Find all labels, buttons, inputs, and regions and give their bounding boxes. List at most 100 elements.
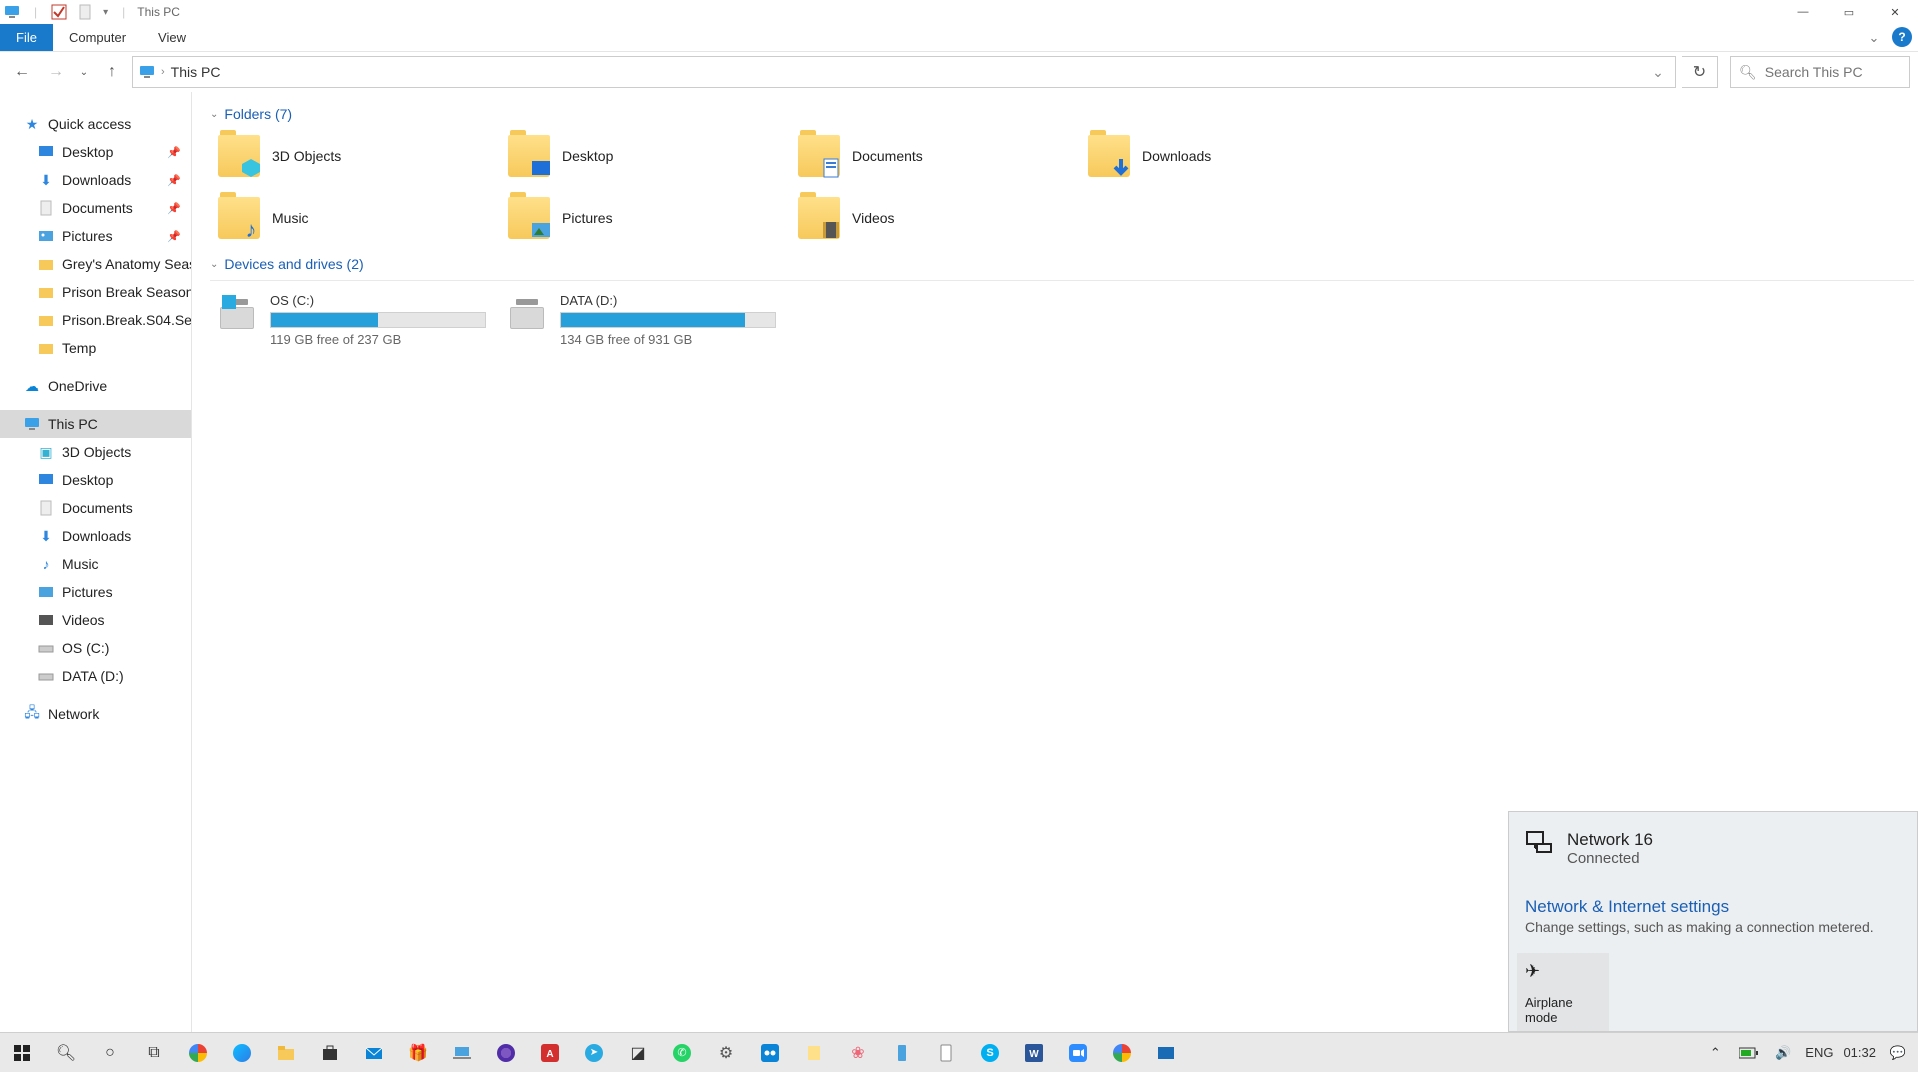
tray-overflow-icon[interactable]: ⌃ — [1703, 1045, 1727, 1061]
tree-label: Downloads — [62, 172, 131, 188]
taskbar-app-chrome[interactable] — [176, 1033, 220, 1073]
recent-locations-dropdown[interactable]: ⌄ — [76, 56, 92, 88]
taskbar-app-torrent[interactable] — [484, 1033, 528, 1073]
tree-item-drive-c[interactable]: OS (C:) — [0, 634, 191, 662]
close-button[interactable]: ✕ — [1872, 0, 1918, 24]
address-dropdown-icon[interactable]: ⌄ — [1647, 64, 1669, 81]
folder-item-3d-objects[interactable]: 3D Objects — [218, 132, 508, 180]
folder-item-videos[interactable]: Videos — [798, 194, 1088, 242]
tree-item-desktop[interactable]: Desktop 📌 — [0, 138, 191, 166]
clock[interactable]: 01:32 — [1843, 1045, 1876, 1060]
tab-computer[interactable]: Computer — [53, 24, 142, 51]
taskbar-app-word[interactable]: W — [1012, 1033, 1056, 1073]
tree-item-folder[interactable]: Prison Break Season 5 — [0, 278, 191, 306]
tree-item-pictures[interactable]: Pictures 📌 — [0, 222, 191, 250]
tree-item-drive-d[interactable]: DATA (D:) — [0, 662, 191, 690]
taskbar-app-whatsapp[interactable]: ✆ — [660, 1033, 704, 1073]
taskbar-app-acrobat[interactable]: A — [528, 1033, 572, 1073]
folder-label: Pictures — [562, 210, 613, 226]
volume-icon[interactable]: 🔊 — [1771, 1045, 1795, 1061]
ribbon-expand-icon[interactable]: ⌄ — [1860, 24, 1888, 51]
tree-item-downloads[interactable]: ⬇ Downloads 📌 — [0, 166, 191, 194]
tree-item-desktop[interactable]: Desktop — [0, 466, 191, 494]
taskbar-app-evernote[interactable]: ◪ — [616, 1033, 660, 1073]
airplane-mode-tile[interactable]: ✈ Airplane mode — [1517, 953, 1609, 1031]
navigation-tree[interactable]: ★ Quick access Desktop 📌 ⬇ Downloads 📌 D… — [0, 92, 192, 1032]
search-box[interactable]: 🔍︎ — [1730, 56, 1910, 88]
tree-label: Pictures — [62, 584, 113, 600]
back-button[interactable]: ← — [8, 56, 36, 88]
folder-item-desktop[interactable]: Desktop — [508, 132, 798, 180]
taskbar-app-generic[interactable]: ❀ — [836, 1033, 880, 1073]
tree-item-3d-objects[interactable]: ▣3D Objects — [0, 438, 191, 466]
tree-item-videos[interactable]: Videos — [0, 606, 191, 634]
checkbox-icon[interactable] — [51, 4, 67, 20]
drive-item-c[interactable]: OS (C:) 119 GB free of 237 GB — [196, 289, 486, 347]
taskbar-app-telegram[interactable]: ➤ — [572, 1033, 616, 1073]
tab-view[interactable]: View — [142, 24, 202, 51]
up-button[interactable]: ↑ — [98, 56, 126, 88]
folder-item-pictures[interactable]: Pictures — [508, 194, 798, 242]
tree-this-pc[interactable]: This PC — [0, 410, 191, 438]
refresh-button[interactable]: ↻ — [1682, 56, 1718, 88]
qat-dropdown-icon[interactable]: ▾ — [103, 7, 108, 18]
search-button[interactable]: 🔍︎ — [44, 1033, 88, 1073]
tree-item-downloads[interactable]: ⬇Downloads — [0, 522, 191, 550]
taskbar-app-skype[interactable]: S — [968, 1033, 1012, 1073]
folder-icon — [1088, 135, 1130, 177]
taskbar-app-notes[interactable] — [792, 1033, 836, 1073]
minimize-button[interactable]: — — [1780, 0, 1826, 24]
taskbar-app-gift[interactable]: 🎁 — [396, 1033, 440, 1073]
folder-item-downloads[interactable]: Downloads — [1088, 132, 1378, 180]
tree-label: Desktop — [62, 144, 113, 160]
folder-icon — [218, 135, 260, 177]
network-entry[interactable]: Network 16 Connected — [1509, 812, 1917, 879]
address-bar[interactable]: › This PC ⌄ — [132, 56, 1676, 88]
taskbar-app-phone[interactable] — [880, 1033, 924, 1073]
taskbar-app-device[interactable] — [924, 1033, 968, 1073]
tree-label: Temp — [62, 340, 96, 356]
language-indicator[interactable]: ENG — [1805, 1045, 1833, 1060]
help-button[interactable]: ? — [1892, 27, 1912, 47]
drive-item-d[interactable]: DATA (D:) 134 GB free of 931 GB — [486, 289, 776, 347]
folder-item-music[interactable]: ♪ Music — [218, 194, 508, 242]
tree-quick-access[interactable]: ★ Quick access — [0, 110, 191, 138]
taskbar-app-zoom[interactable] — [1056, 1033, 1100, 1073]
search-input[interactable] — [1765, 64, 1918, 80]
taskbar-app-flickr[interactable] — [748, 1033, 792, 1073]
tree-item-music[interactable]: ♪Music — [0, 550, 191, 578]
group-header-drives[interactable]: ⌄ Devices and drives (2) — [196, 254, 1914, 278]
network-settings-link[interactable]: Network & Internet settings — [1509, 879, 1917, 919]
taskbar-app-store[interactable] — [308, 1033, 352, 1073]
taskbar-app-laptop[interactable] — [440, 1033, 484, 1073]
taskbar-app-edge[interactable] — [220, 1033, 264, 1073]
tree-item-documents[interactable]: Documents 📌 — [0, 194, 191, 222]
tab-file[interactable]: File — [0, 24, 53, 51]
tree-item-documents[interactable]: Documents — [0, 494, 191, 522]
forward-button[interactable]: → — [42, 56, 70, 88]
group-header-folders[interactable]: ⌄ Folders (7) — [196, 104, 1914, 128]
battery-icon[interactable] — [1737, 1047, 1761, 1059]
pictures-icon — [38, 584, 54, 600]
breadcrumb-this-pc[interactable]: This PC — [171, 64, 221, 80]
cloud-icon: ☁ — [24, 378, 40, 394]
tree-onedrive[interactable]: ☁ OneDrive — [0, 372, 191, 400]
tree-network[interactable]: 🖧 Network — [0, 700, 191, 728]
task-view-button[interactable]: ⧉ — [132, 1033, 176, 1073]
taskbar-app-cmd[interactable] — [1144, 1033, 1188, 1073]
document-icon[interactable] — [77, 4, 93, 20]
cortana-button[interactable]: ○ — [88, 1033, 132, 1073]
start-button[interactable] — [0, 1033, 44, 1073]
action-center-icon[interactable]: 💬 — [1886, 1045, 1910, 1061]
tree-item-folder[interactable]: Temp — [0, 334, 191, 362]
tree-item-folder[interactable]: Grey's Anatomy Seasc — [0, 250, 191, 278]
tree-item-pictures[interactable]: Pictures — [0, 578, 191, 606]
maximize-button[interactable]: ▭ — [1826, 0, 1872, 24]
taskbar-app-mail[interactable] — [352, 1033, 396, 1073]
taskbar-app-explorer[interactable] — [264, 1033, 308, 1073]
breadcrumb-chevron-icon[interactable]: › — [161, 66, 165, 78]
taskbar-app-settings[interactable]: ⚙ — [704, 1033, 748, 1073]
folder-item-documents[interactable]: Documents — [798, 132, 1088, 180]
taskbar-app-chrome2[interactable] — [1100, 1033, 1144, 1073]
tree-item-folder[interactable]: Prison.Break.S04.Seas — [0, 306, 191, 334]
